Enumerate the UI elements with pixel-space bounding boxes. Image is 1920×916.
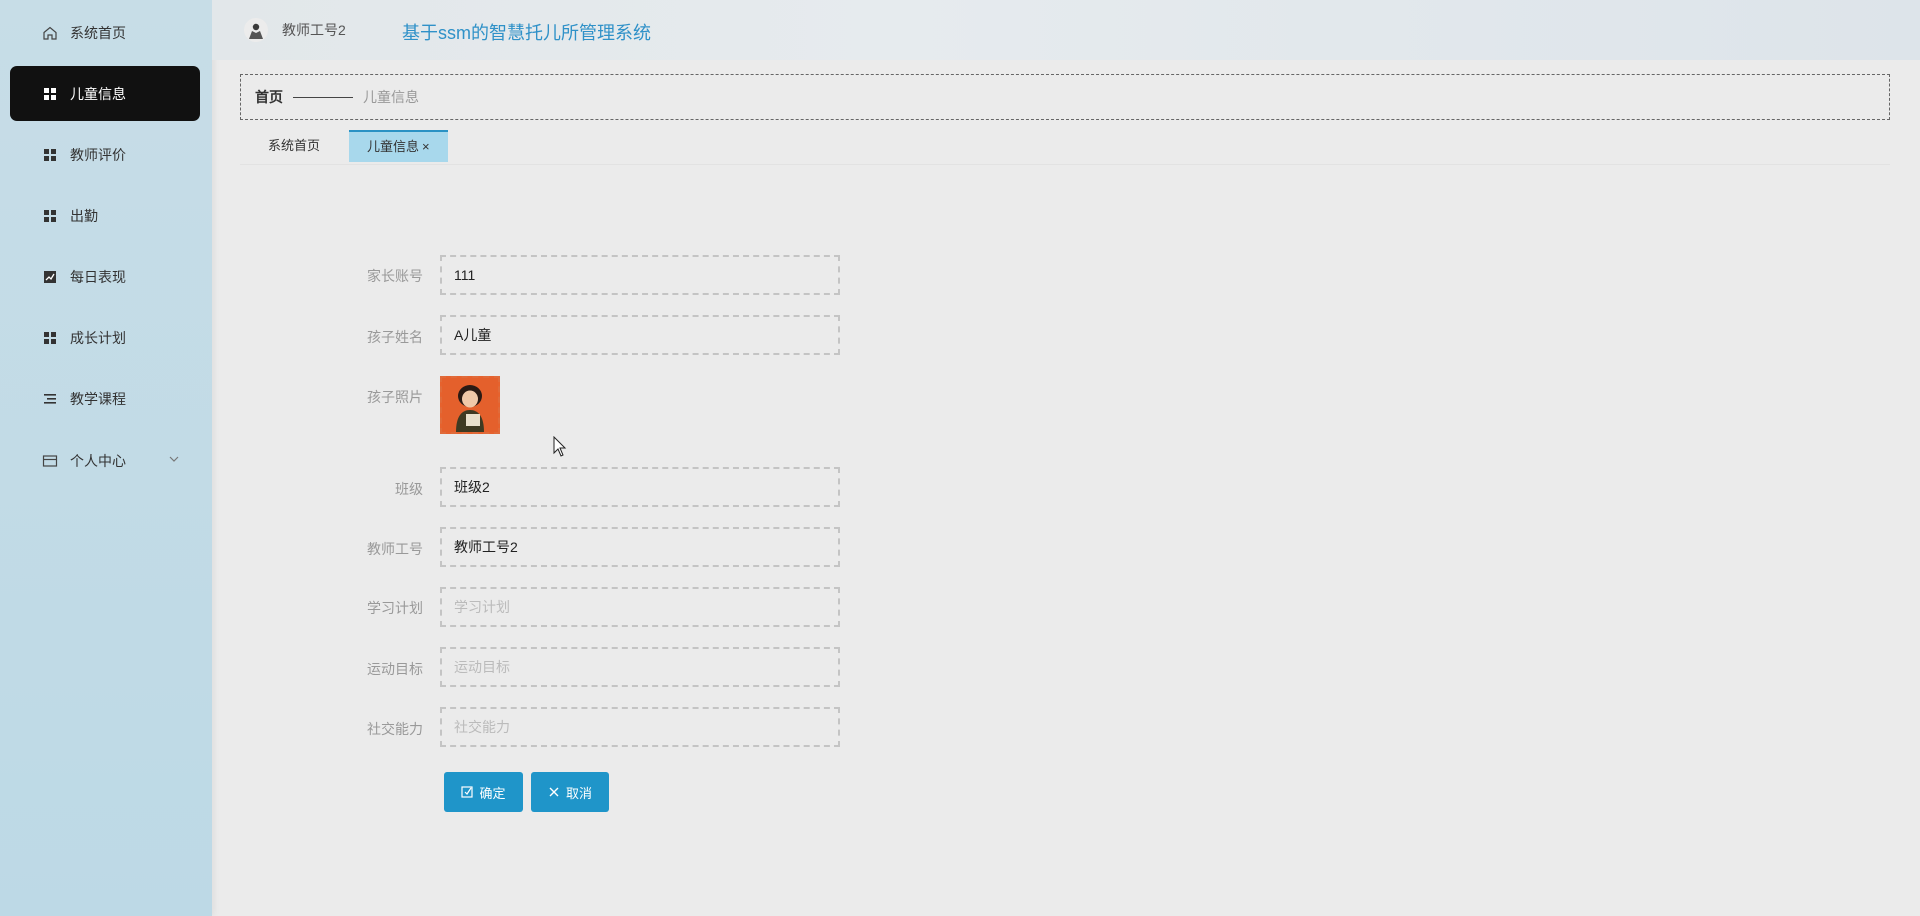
sidebar-item-label: 儿童信息: [70, 85, 126, 102]
sidebar-item-growth-plan[interactable]: 成长计划: [10, 310, 200, 365]
sidebar-item-personal-center[interactable]: 个人中心: [10, 433, 200, 488]
app-title: 基于ssm的智慧托儿所管理系统: [402, 23, 651, 43]
home-icon: [42, 25, 58, 41]
tab-child-info[interactable]: 儿童信息 ×: [349, 130, 448, 162]
mouse-cursor-icon: [553, 436, 567, 457]
tab-bar: 系统首页 儿童信息 ×: [240, 130, 1890, 165]
chart-icon: [42, 269, 58, 285]
sidebar-item-label: 系统首页: [70, 24, 126, 41]
social-ability-input[interactable]: [440, 707, 840, 747]
sidebar-item-label: 成长计划: [70, 329, 126, 346]
grid-icon: [42, 86, 58, 102]
sidebar-item-home[interactable]: 系统首页: [10, 5, 200, 60]
grid-icon: [42, 330, 58, 346]
parent-account-input[interactable]: [440, 255, 840, 295]
tab-label: 儿童信息: [367, 139, 420, 154]
breadcrumb-current: 儿童信息: [363, 89, 419, 105]
sidebar-item-child-info[interactable]: 儿童信息: [10, 66, 200, 121]
sidebar: 系统首页 儿童信息 教师评价 出勤 每日表现 成长计划 教学课程 个人中心: [0, 0, 212, 916]
cross-icon: [549, 787, 559, 797]
list-icon: [42, 391, 58, 407]
label-class: 班级: [395, 481, 423, 497]
breadcrumb: 首页 儿童信息: [240, 74, 1890, 120]
sidebar-item-label: 每日表现: [70, 268, 126, 285]
label-social-ability: 社交能力: [367, 721, 423, 737]
cancel-label: 取消: [565, 785, 592, 801]
top-header: 教师工号2 基于ssm的智慧托儿所管理系统: [212, 0, 1920, 60]
sidebar-item-attendance[interactable]: 出勤: [10, 188, 200, 243]
sport-goal-input[interactable]: [440, 647, 840, 687]
child-photo-image: [442, 378, 498, 432]
sidebar-item-courses[interactable]: 教学课程: [10, 371, 200, 426]
label-sport-goal: 运动目标: [367, 661, 423, 677]
card-icon: [42, 453, 58, 469]
avatar[interactable]: [244, 18, 268, 42]
breadcrumb-home[interactable]: 首页: [255, 87, 283, 107]
breadcrumb-separator: [293, 96, 353, 98]
child-photo-upload[interactable]: [440, 376, 500, 434]
grid-icon: [42, 147, 58, 163]
current-user: 教师工号2: [282, 22, 346, 38]
sidebar-item-label: 个人中心: [70, 452, 126, 469]
label-teacher-id: 教师工号: [367, 541, 423, 557]
sidebar-item-label: 教师评价: [70, 146, 126, 163]
teacher-id-input[interactable]: [440, 527, 840, 567]
confirm-button[interactable]: 确定: [444, 772, 523, 812]
cancel-button[interactable]: 取消: [531, 772, 609, 812]
label-study-plan: 学习计划: [367, 600, 423, 616]
sidebar-item-teacher-review[interactable]: 教师评价: [10, 127, 200, 182]
confirm-label: 确定: [479, 785, 506, 801]
tab-label: 系统首页: [268, 138, 321, 153]
sidebar-item-daily-performance[interactable]: 每日表现: [10, 249, 200, 304]
sidebar-item-label: 出勤: [70, 207, 98, 224]
label-parent-account: 家长账号: [367, 268, 423, 284]
label-child-name: 孩子姓名: [367, 329, 423, 345]
study-plan-input[interactable]: [440, 587, 840, 627]
edit-icon: [461, 786, 474, 798]
chevron-down-icon: [169, 456, 179, 462]
tab-home[interactable]: 系统首页: [250, 130, 338, 162]
close-icon[interactable]: ×: [422, 139, 430, 154]
label-child-photo: 孩子照片: [367, 389, 423, 405]
sidebar-item-label: 教学课程: [70, 390, 126, 407]
child-name-input[interactable]: [440, 315, 840, 355]
grid-icon: [42, 208, 58, 224]
class-input[interactable]: [440, 467, 840, 507]
